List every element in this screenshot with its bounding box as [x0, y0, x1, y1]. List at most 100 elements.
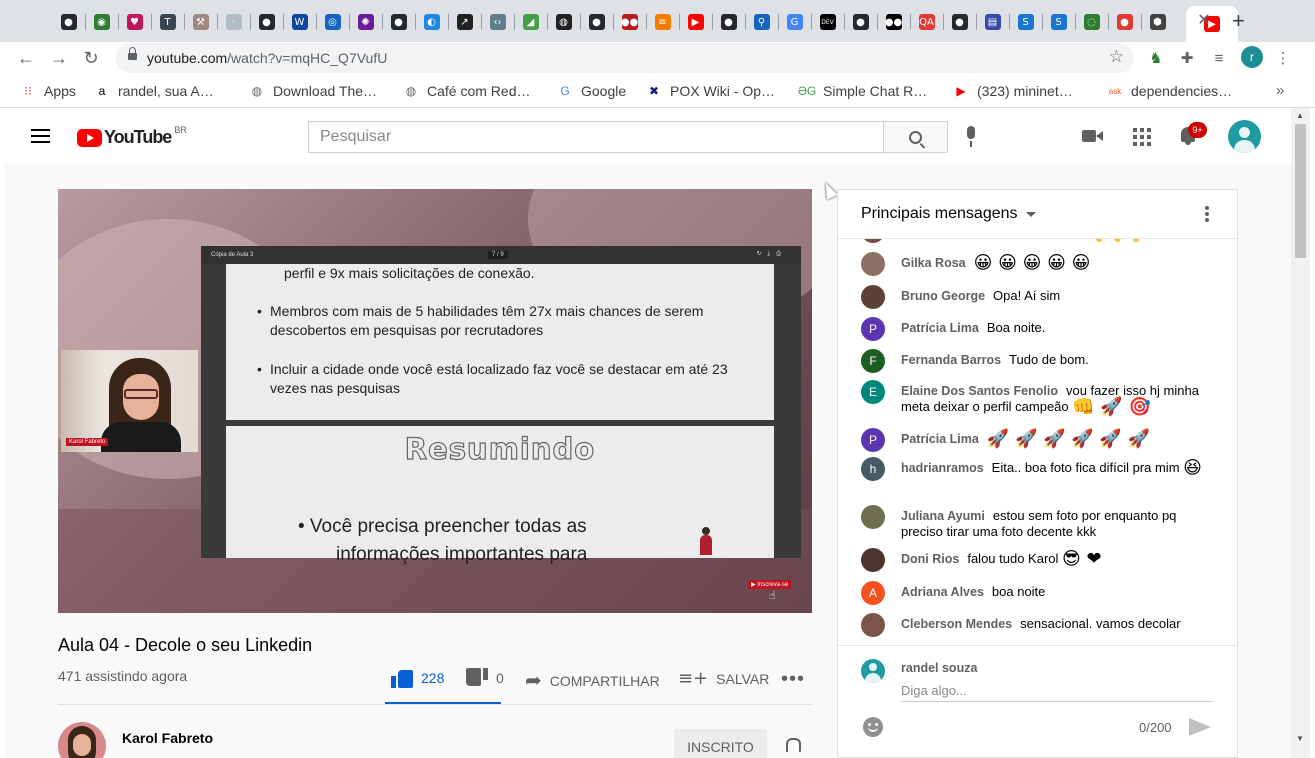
browser-tab[interactable]: ◌ — [1075, 8, 1108, 36]
bookmark-item[interactable]: a randel, sua A… — [94, 81, 214, 101]
message-author[interactable]: Cleberson Mendes — [901, 617, 1012, 631]
author-avatar[interactable]: F — [861, 349, 885, 373]
browser-tab[interactable]: ◎ — [316, 8, 349, 36]
message-author[interactable]: Doni Rios — [901, 552, 959, 566]
extension-icon[interactable]: ♞ — [1146, 48, 1166, 68]
forward-icon[interactable]: → — [47, 46, 71, 70]
scroll-thumb[interactable] — [1295, 124, 1306, 258]
author-avatar[interactable]: h — [861, 457, 885, 481]
reload-icon[interactable]: ↻ — [79, 46, 103, 70]
browser-tab[interactable]: DEV — [811, 8, 844, 36]
author-avatar[interactable] — [861, 252, 885, 276]
bookmark-item[interactable]: ◍ Café com Red… — [403, 81, 531, 101]
message-author[interactable]: Fernanda Barros — [901, 353, 1001, 367]
apps-icon[interactable] — [1129, 124, 1153, 148]
browser-tab[interactable]: ⚲ — [745, 8, 778, 36]
bookmark-item[interactable]: ⁝⁝ Apps — [20, 81, 76, 101]
browser-tab[interactable]: ● — [844, 8, 877, 36]
browser-tab[interactable]: ● — [580, 8, 613, 36]
browser-tab[interactable]: T — [151, 8, 184, 36]
browser-tab[interactable]: ◉ — [85, 8, 118, 36]
browser-tab[interactable]: · — [217, 8, 250, 36]
browser-tab[interactable]: ◢ — [514, 8, 547, 36]
channel-bell-icon[interactable] — [785, 736, 801, 752]
message-author[interactable]: Juliana Ayumi — [901, 509, 985, 523]
chat-input[interactable] — [901, 680, 1213, 702]
message-author[interactable]: Patrícia Lima — [901, 432, 979, 446]
message-author[interactable]: Bruno George — [901, 289, 985, 303]
create-video-icon[interactable] — [1081, 124, 1105, 148]
browser-tab[interactable]: ●● — [613, 8, 646, 36]
page-scrollbar[interactable]: ▲ ▼ — [1291, 108, 1310, 758]
browser-tab[interactable]: ● — [712, 8, 745, 36]
browser-tab[interactable]: S — [1042, 8, 1075, 36]
bookmark-item[interactable]: ask dependencies… — [1107, 81, 1232, 101]
send-icon[interactable] — [1189, 718, 1211, 736]
browser-tab[interactable]: ⚒ — [184, 8, 217, 36]
address-bar[interactable]: youtube.com/watch?v=mqHC_Q7VufU ☆ — [116, 43, 1134, 73]
chat-message-list[interactable]: ●●● Gilka Rosa😀 😀 😀 😀 😀Bruno GeorgeOpa! … — [838, 239, 1237, 644]
back-icon[interactable]: ← — [14, 46, 38, 70]
message-author[interactable]: Elaine Dos Santos Fenolio — [901, 384, 1058, 398]
browser-tab[interactable]: ✺ — [349, 8, 382, 36]
author-avatar[interactable] — [861, 548, 885, 572]
author-avatar[interactable] — [861, 285, 885, 309]
browser-tab[interactable]: S — [1009, 8, 1042, 36]
chat-menu-icon[interactable] — [1205, 206, 1209, 224]
browser-tab[interactable]: ♥ — [118, 8, 151, 36]
message-author[interactable]: Patrícia Lima — [901, 321, 979, 335]
browser-tab[interactable]: ● — [382, 8, 415, 36]
author-avatar[interactable]: P — [861, 428, 885, 452]
message-author[interactable]: Adriana Alves — [901, 585, 984, 599]
save-button[interactable]: ≡+ SALVAR — [678, 668, 769, 689]
puzzle-icon[interactable]: ✚ — [1177, 48, 1197, 68]
bookmark-item[interactable]: ƏG Simple Chat R… — [798, 81, 927, 101]
browser-tab[interactable]: ≡ — [646, 8, 679, 36]
search-button[interactable] — [883, 121, 948, 153]
message-author[interactable]: hadrianramos — [901, 461, 984, 475]
channel-name[interactable]: Karol Fabreto — [122, 730, 213, 746]
bookmark-star-icon[interactable]: ☆ — [1109, 47, 1124, 67]
like-button[interactable]: 228 — [391, 668, 444, 688]
youtube-logo[interactable]: YouTube BR — [77, 125, 187, 148]
author-avatar[interactable] — [861, 505, 885, 529]
more-actions-button[interactable]: ••• — [781, 668, 805, 691]
browser-tab[interactable]: ▤ — [976, 8, 1009, 36]
bookmark-item[interactable]: ◍ Download The… — [249, 81, 377, 101]
bookmark-item[interactable]: ✖ POX Wiki - Op… — [646, 81, 775, 101]
browser-tab[interactable]: G — [778, 8, 811, 36]
author-avatar[interactable]: A — [861, 581, 885, 605]
account-avatar[interactable] — [1228, 120, 1261, 153]
mic-icon[interactable] — [962, 126, 980, 148]
more-bookmarks-icon[interactable]: » — [1276, 82, 1284, 99]
message-author[interactable]: Gilka Rosa — [901, 256, 966, 270]
browser-tab[interactable]: ▶ — [679, 8, 712, 36]
author-avatar[interactable] — [861, 613, 885, 637]
share-button[interactable]: ➦ COMPARTILHAR — [525, 668, 660, 693]
scroll-down-icon[interactable]: ▼ — [1296, 734, 1304, 743]
browser-tab[interactable]: ● — [1108, 8, 1141, 36]
browser-tab[interactable]: ⬢ — [1141, 8, 1174, 36]
video-player[interactable]: Cópia de Aula 3 7 / 9 ↻⤓⎙ perfil e 9x ma… — [58, 189, 812, 613]
subscribed-button[interactable]: INSCRITO — [674, 729, 767, 758]
browser-tab[interactable]: QA — [910, 8, 943, 36]
emoji-icon[interactable] — [863, 717, 883, 737]
menu-icon[interactable] — [31, 129, 50, 143]
bookmark-item[interactable]: ▶ (323) mininet… — [953, 81, 1072, 101]
chrome-menu-icon[interactable]: ⋮ — [1273, 48, 1293, 68]
browser-tab[interactable]: ↗ — [448, 8, 481, 36]
browser-tab[interactable]: ● — [943, 8, 976, 36]
chat-mode-dropdown[interactable]: Principais mensagens — [861, 205, 1036, 223]
close-tab-icon[interactable]: ✕ — [1195, 12, 1213, 30]
bookmark-item[interactable]: G Google — [557, 81, 626, 101]
search-input[interactable] — [309, 122, 883, 152]
browser-tab[interactable]: W — [283, 8, 316, 36]
author-avatar[interactable]: P — [861, 317, 885, 341]
browser-tab[interactable]: ● — [52, 8, 85, 36]
author-avatar[interactable]: E — [861, 380, 885, 404]
browser-tab[interactable]: ● — [250, 8, 283, 36]
new-tab-icon[interactable]: + — [1232, 10, 1245, 32]
browser-tab[interactable]: ◐ — [415, 8, 448, 36]
dislike-button[interactable]: 0 — [466, 668, 504, 688]
profile-avatar[interactable]: r — [1241, 46, 1263, 68]
